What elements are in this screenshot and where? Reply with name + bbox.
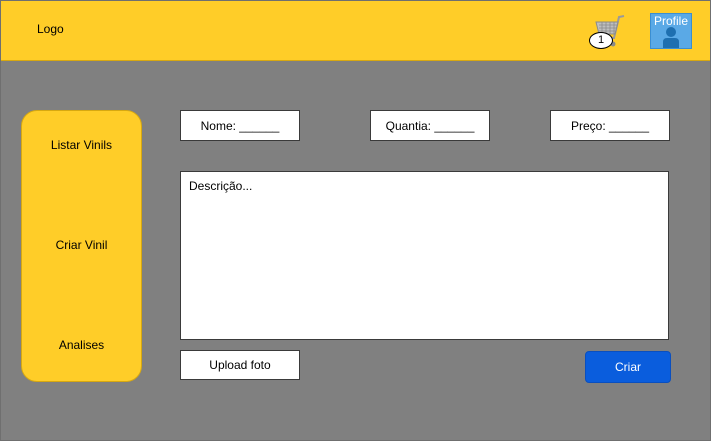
criar-button[interactable]: Criar	[585, 351, 671, 383]
sidebar-item-listar-vinils[interactable]: Listar Vinils	[22, 138, 141, 152]
descricao-textarea[interactable]: Descrição...	[180, 171, 669, 340]
sidebar: Listar Vinils Criar Vinil Analises	[21, 110, 142, 382]
preco-field[interactable]: Preço: ______	[550, 110, 670, 141]
descricao-placeholder: Descrição...	[189, 179, 253, 193]
app-frame: Logo 1 Profile Listar Vinils Criar Vinil…	[0, 0, 711, 441]
cart-count-badge: 1	[589, 32, 613, 49]
user-icon	[663, 27, 679, 48]
upload-foto-button[interactable]: Upload foto	[180, 350, 300, 380]
sidebar-item-criar-vinil[interactable]: Criar Vinil	[22, 238, 141, 252]
sidebar-item-analises[interactable]: Analises	[22, 338, 141, 352]
nome-field[interactable]: Nome: ______	[180, 110, 300, 141]
cart-button[interactable]: 1	[589, 14, 629, 50]
header-bar: Logo 1 Profile	[1, 1, 710, 61]
profile-button[interactable]: Profile	[650, 13, 692, 49]
logo[interactable]: Logo	[37, 22, 64, 36]
quantia-field[interactable]: Quantia: ______	[370, 110, 490, 141]
